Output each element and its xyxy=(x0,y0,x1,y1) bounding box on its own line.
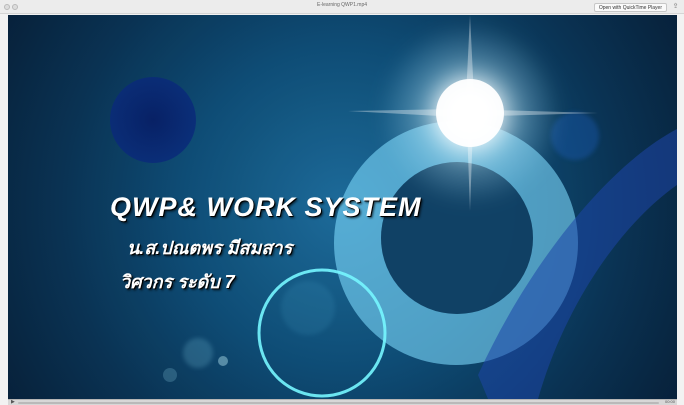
dark-blue-disc xyxy=(110,77,196,163)
time-readout: 00:00 xyxy=(664,399,675,404)
quick-look-window: E-learning QWP1.mp4 Open with QuickTime … xyxy=(0,0,684,405)
share-icon[interactable]: ⇪ xyxy=(671,2,680,12)
window-title: E-learning QWP1.mp4 xyxy=(316,2,368,8)
play-icon[interactable]: ▶ xyxy=(11,400,15,405)
presenter-name: น.ส.ปณตพร มีสมสาร xyxy=(127,238,293,258)
progress-bar[interactable] xyxy=(18,402,659,404)
slide-title: QWP& WORK SYSTEM xyxy=(110,192,422,222)
open-with-quicktime-button[interactable]: Open with QuickTime Player xyxy=(593,3,667,12)
video-frame[interactable]: QWP& WORK SYSTEM น.ส.ปณตพร มีสมสาร วิศวก… xyxy=(8,15,677,399)
window-titlebar: E-learning QWP1.mp4 Open with QuickTime … xyxy=(0,0,684,14)
presenter-role: วิศวกร ระดับ 7 xyxy=(120,272,235,292)
video-controls[interactable]: ▶ 00:00 xyxy=(8,399,677,405)
